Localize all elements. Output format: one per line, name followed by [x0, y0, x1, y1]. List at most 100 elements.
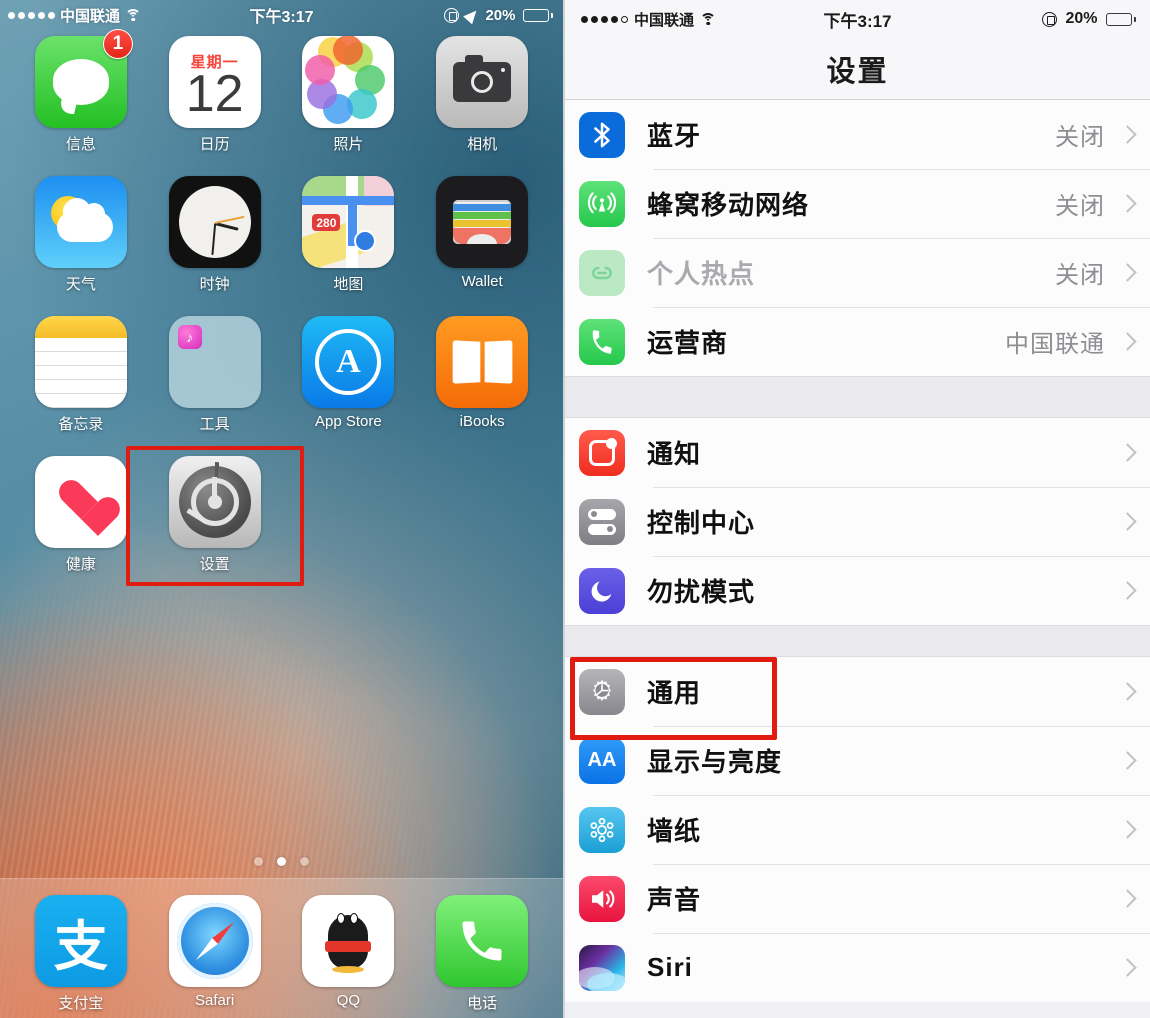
- app-icon-folder-tools[interactable]: ♪ 工具: [148, 316, 282, 434]
- app-icon-calendar[interactable]: 星期一 12 日历: [148, 36, 282, 154]
- chevron-right-icon: [1118, 443, 1137, 462]
- settings-row-label: 墙纸: [647, 816, 702, 846]
- home-app-grid: 1 信息 星期一 12 日历 照片 相机 天气 时钟 280 地图 Wallet…: [0, 29, 563, 586]
- settings-list: 蓝牙 关闭 蜂窝移动网络 关闭 个人热点 关闭 运营商 中国联通 通知 控制中心…: [565, 100, 1150, 1002]
- appstore-icon: A: [302, 316, 395, 408]
- settings-group-general: 通用 AA 显示与亮度 墙纸 声音 Siri: [565, 657, 1150, 1002]
- clock-icon: [168, 176, 261, 268]
- rotation-lock-icon: [1042, 11, 1058, 27]
- chevron-right-icon: [1118, 820, 1137, 839]
- settings-row-value: 关闭: [1055, 262, 1105, 289]
- page-indicator-dots[interactable]: [0, 857, 563, 866]
- settings-status-bar: 中国联通 下午3:17 20%: [565, 0, 1150, 38]
- health-icon: [34, 456, 127, 548]
- weather-icon: [34, 176, 127, 268]
- app-slot-empty-2: [415, 456, 549, 574]
- wallet-icon: [436, 176, 529, 268]
- app-icon-maps[interactable]: 280 地图: [282, 176, 416, 294]
- app-slot-empty-1: [282, 456, 416, 574]
- settings-row-label: 显示与亮度: [647, 747, 783, 777]
- app-icon-clock[interactable]: 时钟: [148, 176, 282, 294]
- app-label: 相机: [467, 136, 498, 153]
- chevron-right-icon: [1118, 332, 1137, 351]
- settings-row-notifications[interactable]: 通知: [565, 418, 1150, 487]
- app-label: 备忘录: [58, 416, 104, 433]
- app-icon-weather[interactable]: 天气: [14, 176, 148, 294]
- app-icon-camera[interactable]: 相机: [415, 36, 549, 154]
- app-label: 照片: [333, 136, 364, 153]
- settings-row-label: 声音: [647, 885, 702, 915]
- maps-icon: 280: [302, 176, 395, 268]
- settings-row-general[interactable]: 通用: [565, 657, 1150, 726]
- app-label: 支付宝: [58, 995, 104, 1012]
- phone-icon: [436, 895, 529, 987]
- chevron-right-icon: [1118, 958, 1137, 977]
- chevron-right-icon: [1118, 512, 1137, 531]
- settings-row-label: 蜂窝移动网络: [647, 190, 810, 220]
- settings-group-separator: [565, 376, 1150, 418]
- app-label: 工具: [199, 416, 230, 433]
- wallpaper-icon: [579, 806, 625, 853]
- app-icon-notes[interactable]: 备忘录: [14, 316, 148, 434]
- dock-icon-alipay[interactable]: 支 支付宝: [14, 895, 148, 1013]
- itunes-mini-icon: ♪: [177, 325, 202, 349]
- app-label: App Store: [315, 413, 382, 430]
- chevron-right-icon: [1118, 125, 1137, 144]
- settings-row-label: 运营商: [647, 328, 729, 358]
- settings-row-value: 中国联通: [1005, 331, 1105, 358]
- settings-row-label: Siri: [647, 952, 693, 982]
- do-not-disturb-icon: [579, 567, 625, 614]
- settings-row-do-not-disturb[interactable]: 勿扰模式: [565, 556, 1150, 625]
- dock-icon-phone[interactable]: 电话: [415, 895, 549, 1013]
- app-label: 电话: [467, 995, 498, 1012]
- settings-row-value: 关闭: [1055, 193, 1105, 220]
- chevron-right-icon: [1118, 194, 1137, 213]
- control-center-icon: [579, 498, 625, 545]
- chevron-right-icon: [1118, 751, 1137, 770]
- safari-compass-icon: [168, 895, 261, 987]
- page-dot[interactable]: [300, 857, 309, 866]
- app-icon-ibooks[interactable]: iBooks: [415, 316, 549, 434]
- app-icon-messages[interactable]: 1 信息: [14, 29, 148, 154]
- general-gear-icon: [579, 668, 625, 715]
- settings-nav-bar: 设置: [565, 38, 1150, 100]
- settings-row-cellular[interactable]: 蜂窝移动网络 关闭: [565, 169, 1150, 238]
- app-label: QQ: [336, 992, 361, 1009]
- app-label: 天气: [65, 276, 96, 293]
- chevron-right-icon: [1118, 581, 1137, 600]
- app-icon-wallet[interactable]: Wallet: [415, 176, 549, 294]
- sound-icon: [579, 875, 625, 922]
- page-dot[interactable]: [254, 857, 263, 866]
- settings-row-control-center[interactable]: 控制中心: [565, 487, 1150, 556]
- camera-icon: [436, 36, 529, 128]
- page-title: 设置: [826, 55, 889, 88]
- settings-row-wallpaper[interactable]: 墙纸: [565, 795, 1150, 864]
- settings-row-label: 勿扰模式: [647, 577, 756, 607]
- chevron-right-icon: [1118, 263, 1137, 282]
- alipay-glyph: 支: [53, 916, 108, 977]
- settings-group-notifications: 通知 控制中心 勿扰模式: [565, 418, 1150, 625]
- page-dot-active[interactable]: [277, 857, 286, 866]
- settings-row-value: 关闭: [1055, 124, 1105, 151]
- settings-row-personal-hotspot[interactable]: 个人热点 关闭: [565, 238, 1150, 307]
- status-time: 下午3:17: [823, 11, 892, 31]
- dock-icon-qq[interactable]: QQ: [282, 895, 416, 1009]
- app-icon-photos[interactable]: 照片: [282, 36, 416, 154]
- app-icon-appstore[interactable]: A App Store: [282, 316, 416, 434]
- app-icon-health[interactable]: 健康: [14, 456, 148, 574]
- settings-gear-icon: [168, 456, 261, 548]
- home-dock: 支 支付宝 Safari QQ 电话: [0, 878, 563, 1018]
- photos-icon: [302, 36, 395, 128]
- settings-row-carrier[interactable]: 运营商 中国联通: [565, 307, 1150, 376]
- calendar-icon: 星期一 12: [168, 36, 261, 128]
- app-label: 地图: [333, 276, 364, 293]
- notes-icon: [34, 316, 127, 408]
- settings-row-siri[interactable]: Siri: [565, 933, 1150, 1002]
- settings-row-sound[interactable]: 声音: [565, 864, 1150, 933]
- settings-group-connectivity: 蓝牙 关闭 蜂窝移动网络 关闭 个人热点 关闭 运营商 中国联通: [565, 100, 1150, 376]
- settings-row-bluetooth[interactable]: 蓝牙 关闭: [565, 100, 1150, 169]
- settings-group-separator: [565, 625, 1150, 657]
- app-icon-settings[interactable]: 设置: [125, 446, 304, 586]
- dock-icon-safari[interactable]: Safari: [148, 895, 282, 1009]
- settings-row-display-brightness[interactable]: AA 显示与亮度: [565, 726, 1150, 795]
